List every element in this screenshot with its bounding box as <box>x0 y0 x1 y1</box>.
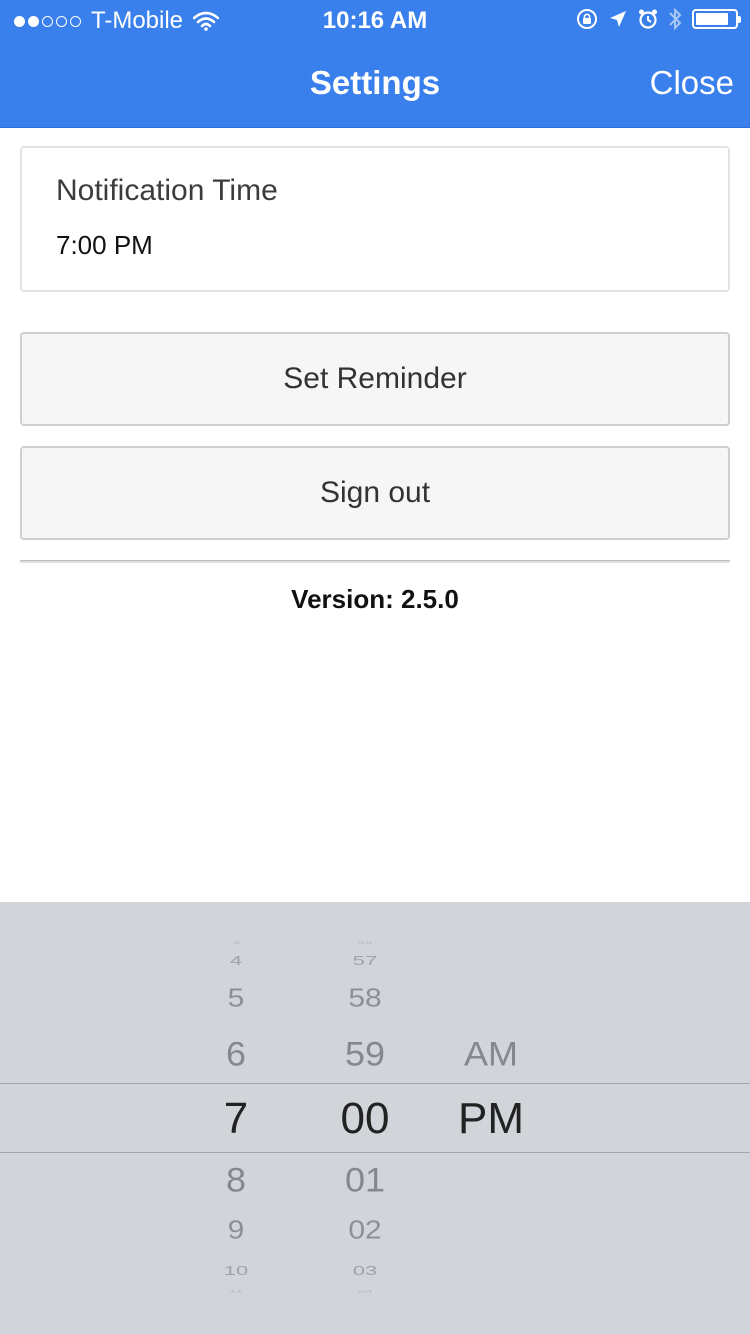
picker-hour-option[interactable]: 6 <box>176 1037 296 1071</box>
picker-minute-option[interactable]: 01 <box>305 1163 425 1197</box>
picker-period-selected[interactable]: PM <box>431 1097 551 1141</box>
picker-hour-option[interactable]: 10 <box>176 1264 296 1277</box>
status-right <box>576 7 741 31</box>
picker-minute-option[interactable]: 57 <box>305 954 425 967</box>
notification-time-label: Notification Time <box>56 174 278 207</box>
bluetooth-icon <box>669 7 682 31</box>
location-arrow-icon <box>610 11 626 27</box>
page-title: Settings <box>309 64 441 101</box>
time-picker[interactable]: 3 4 5 6 7 8 9 10 11 56 57 58 59 00 01 02 03 04 AM PM <box>0 902 750 1334</box>
status-bar: T-Mobile 10:16 AM <box>0 0 750 40</box>
picker-minute-option[interactable]: 02 <box>305 1218 425 1244</box>
picker-hour-option[interactable]: 3 <box>176 940 296 945</box>
set-reminder-button[interactable]: Set Reminder <box>20 332 730 426</box>
navigation-bar: T-Mobile 10:16 AM Settings Close <box>0 0 750 128</box>
picker-minute-option[interactable]: 03 <box>305 1264 425 1277</box>
picker-hour-option[interactable]: 4 <box>176 954 296 967</box>
close-button[interactable]: Close <box>650 64 734 102</box>
battery-level <box>696 13 729 25</box>
battery-icon <box>692 9 741 29</box>
orientation-lock-icon <box>577 9 597 29</box>
picker-hour-option[interactable]: 8 <box>176 1163 296 1197</box>
picker-minute-option[interactable]: 04 <box>305 1289 425 1294</box>
notification-time-field[interactable]: Notification Time 7:00 PM <box>20 146 730 292</box>
alarm-clock-icon <box>639 9 657 29</box>
selection-line-bottom <box>0 1152 750 1153</box>
version-label: Version: 2.5.0 <box>291 584 459 614</box>
picker-hour-option[interactable]: 9 <box>176 1218 296 1244</box>
picker-minute-option[interactable]: 56 <box>305 940 425 945</box>
picker-minute-option[interactable]: 59 <box>305 1037 425 1071</box>
picker-hour-option[interactable]: 11 <box>176 1289 296 1294</box>
notification-time-value[interactable]: 7:00 PM <box>56 230 153 261</box>
picker-hour-selected[interactable]: 7 <box>176 1097 296 1141</box>
divider <box>20 560 730 563</box>
sign-out-button[interactable]: Sign out <box>20 446 730 540</box>
picker-minute-option[interactable]: 58 <box>305 986 425 1012</box>
picker-period-option[interactable]: AM <box>431 1037 551 1071</box>
picker-minute-selected[interactable]: 00 <box>305 1097 425 1141</box>
picker-hour-option[interactable]: 5 <box>176 986 296 1012</box>
selection-line-top <box>0 1083 750 1084</box>
